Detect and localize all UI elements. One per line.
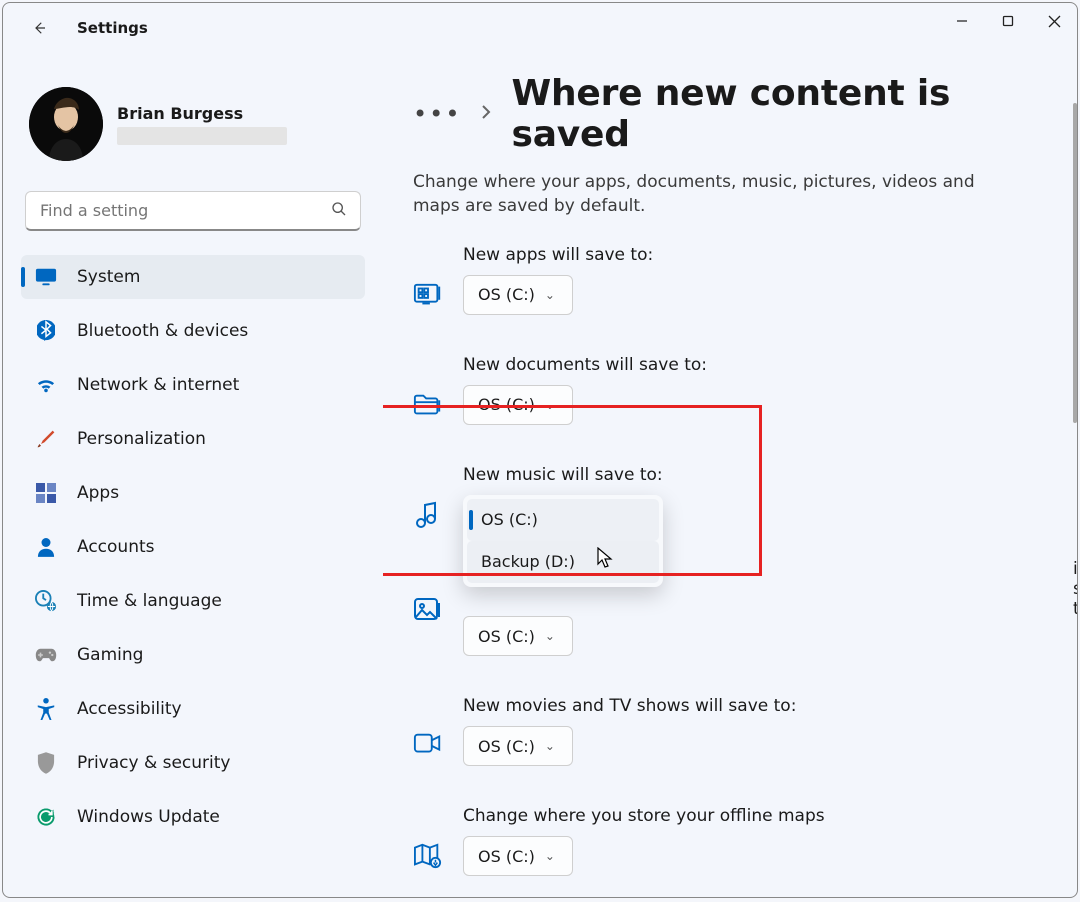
brush-icon: [35, 428, 57, 450]
avatar: [29, 87, 103, 161]
sidebar-item-label: Bluetooth & devices: [77, 321, 248, 341]
select-value: OS (C:): [478, 847, 535, 866]
person-icon: [35, 536, 57, 558]
gamepad-icon: [35, 644, 57, 666]
setting-music-label: New music will save to:: [463, 465, 1037, 485]
sidebar-item-network[interactable]: Network & internet: [21, 363, 365, 407]
select-value: OS (C:): [478, 395, 535, 414]
page-title: Where new content is saved: [511, 73, 1037, 155]
sidebar-item-label: Accounts: [77, 537, 155, 557]
chevron-right-icon: [481, 104, 491, 125]
setting-pictures: x ill save to: OS (C:) ⌄: [413, 597, 1037, 657]
setting-maps: Change where you store your offline maps…: [413, 806, 1037, 876]
select-maps-drive[interactable]: OS (C:) ⌄: [463, 836, 573, 876]
sidebar-item-privacy[interactable]: Privacy & security: [21, 741, 365, 785]
settings-window: Settings: [2, 2, 1078, 898]
chevron-down-icon: ⌄: [545, 629, 555, 643]
sidebar-item-accessibility[interactable]: Accessibility: [21, 687, 365, 731]
update-icon: [35, 806, 57, 828]
sidebar-item-accounts[interactable]: Accounts: [21, 525, 365, 569]
bluetooth-icon: [35, 320, 57, 342]
maps-storage-icon: [413, 842, 445, 874]
search-input[interactable]: [25, 191, 361, 231]
select-movies-drive[interactable]: OS (C:) ⌄: [463, 726, 573, 766]
sidebar-item-label: System: [77, 267, 140, 287]
profile-block[interactable]: Brian Burgess: [21, 83, 365, 181]
documents-storage-icon: [413, 391, 445, 423]
dropdown-option-label: Backup (D:): [481, 552, 575, 571]
profile-name: Brian Burgess: [117, 104, 287, 123]
shield-icon: [35, 752, 57, 774]
select-value: OS (C:): [478, 627, 535, 646]
nav-list: System Bluetooth & devices Network & int…: [21, 255, 365, 839]
sidebar: Brian Burgess System: [3, 53, 383, 897]
setting-movies-label: New movies and TV shows will save to:: [463, 696, 1037, 716]
select-documents-drive[interactable]: OS (C:) ⌄: [463, 385, 573, 425]
setting-documents-label: New documents will save to:: [463, 355, 1037, 375]
search-wrap: [25, 191, 361, 231]
dropdown-option-label: OS (C:): [481, 510, 538, 529]
breadcrumb: ••• Where new content is saved: [413, 73, 1037, 155]
apps-storage-icon: [413, 281, 445, 313]
maximize-button[interactable]: [985, 3, 1031, 39]
setting-music: New music will save to: OS (C:) Backup (…: [413, 465, 1037, 587]
chevron-down-icon: ⌄: [545, 849, 555, 863]
dropdown-option-backup-d[interactable]: Backup (D:): [467, 541, 659, 583]
setting-apps-label: New apps will save to:: [463, 245, 1037, 265]
sidebar-item-label: Personalization: [77, 429, 206, 449]
select-pictures-drive[interactable]: OS (C:) ⌄: [463, 616, 573, 656]
chevron-down-icon: ⌄: [545, 398, 555, 412]
close-button[interactable]: [1031, 3, 1077, 39]
profile-email-redacted: [117, 127, 287, 145]
system-icon: [35, 266, 57, 288]
dropdown-option-os-c[interactable]: OS (C:): [467, 499, 659, 541]
sidebar-item-label: Accessibility: [77, 699, 182, 719]
sidebar-item-label: Time & language: [77, 591, 222, 611]
breadcrumb-more-icon[interactable]: •••: [413, 100, 461, 128]
sidebar-item-bluetooth[interactable]: Bluetooth & devices: [21, 309, 365, 353]
window-title: Settings: [77, 19, 148, 37]
sidebar-item-windows-update[interactable]: Windows Update: [21, 795, 365, 839]
page-description: Change where your apps, documents, music…: [413, 171, 1003, 219]
clock-globe-icon: [35, 590, 57, 612]
sidebar-item-label: Windows Update: [77, 807, 220, 827]
select-value: OS (C:): [478, 737, 535, 756]
movies-storage-icon: [413, 732, 445, 764]
sidebar-item-label: Privacy & security: [77, 753, 231, 773]
wifi-icon: [35, 374, 57, 396]
sidebar-item-time-language[interactable]: Time & language: [21, 579, 365, 623]
select-apps-drive[interactable]: OS (C:) ⌄: [463, 275, 573, 315]
setting-maps-label: Change where you store your offline maps: [463, 806, 1037, 826]
layout: Brian Burgess System: [3, 53, 1077, 897]
setting-documents: New documents will save to: OS (C:) ⌄: [413, 355, 1037, 425]
pictures-storage-icon: [413, 597, 445, 629]
apps-icon: [35, 482, 57, 504]
setting-apps: New apps will save to: OS (C:) ⌄: [413, 245, 1037, 315]
titlebar: Settings: [3, 3, 1077, 53]
sidebar-item-personalization[interactable]: Personalization: [21, 417, 365, 461]
accessibility-icon: [35, 698, 57, 720]
chevron-down-icon: ⌄: [545, 739, 555, 753]
chevron-down-icon: ⌄: [545, 288, 555, 302]
sidebar-item-system[interactable]: System: [21, 255, 365, 299]
setting-movies: New movies and TV shows will save to: OS…: [413, 696, 1037, 766]
select-music-drive-open[interactable]: OS (C:) Backup (D:): [463, 495, 663, 587]
setting-pictures-label-partial: ill save to:: [1073, 559, 1077, 619]
select-value: OS (C:): [478, 285, 535, 304]
back-button[interactable]: [21, 10, 57, 46]
sidebar-item-apps[interactable]: Apps: [21, 471, 365, 515]
scrollbar[interactable]: [1073, 103, 1077, 423]
window-controls: [939, 3, 1077, 39]
main-content: ••• Where new content is saved Change wh…: [383, 53, 1077, 897]
sidebar-item-gaming[interactable]: Gaming: [21, 633, 365, 677]
sidebar-item-label: Gaming: [77, 645, 143, 665]
sidebar-item-label: Apps: [77, 483, 119, 503]
sidebar-item-label: Network & internet: [77, 375, 239, 395]
minimize-button[interactable]: [939, 3, 985, 39]
music-storage-icon: [413, 501, 445, 533]
